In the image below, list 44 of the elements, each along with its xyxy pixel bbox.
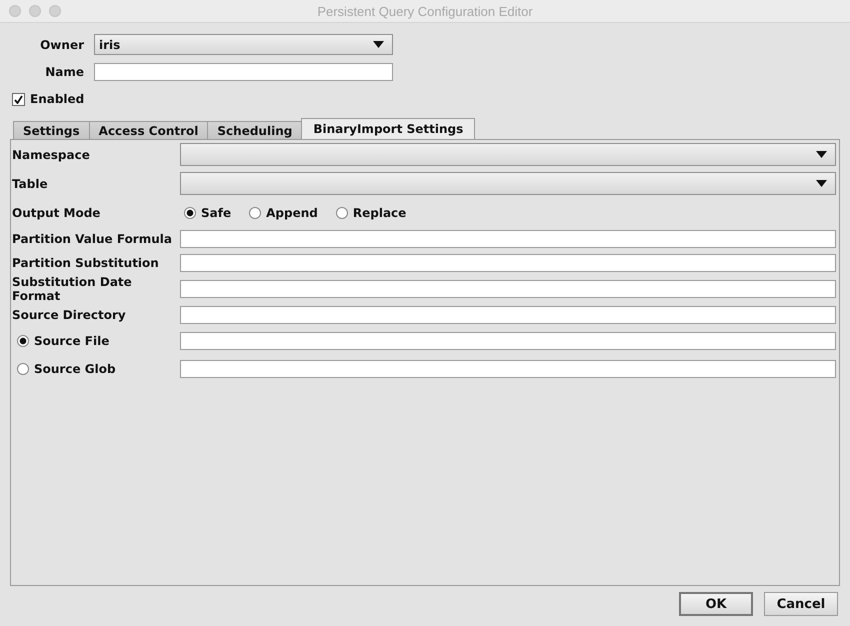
ok-button[interactable]: OK	[679, 592, 753, 616]
radio-label: Source Glob	[34, 362, 116, 376]
zoom-icon[interactable]	[49, 5, 61, 17]
owner-dropdown[interactable]: iris	[94, 34, 393, 55]
input-field[interactable]	[180, 332, 836, 350]
minimize-icon[interactable]	[29, 5, 41, 17]
field-label: Namespace	[12, 148, 91, 162]
field-label: Owner	[39, 38, 85, 52]
caret-icon	[816, 180, 827, 187]
field-label: Partition Value Formula	[12, 232, 173, 246]
caret-icon	[373, 41, 384, 48]
name-field[interactable]	[94, 62, 393, 80]
tab[interactable]: Settings	[13, 121, 90, 139]
field-label: Table	[12, 176, 49, 190]
dropdown[interactable]	[180, 172, 836, 195]
radio-button[interactable]	[184, 206, 196, 218]
input-field[interactable]	[180, 254, 836, 272]
window-title: Persistent Query Configuration Editor	[316, 4, 534, 18]
checkbox-label: Enabled	[30, 92, 84, 106]
radio-label: Append	[266, 206, 318, 220]
tab[interactable]: Scheduling	[207, 121, 302, 139]
input-field[interactable]	[180, 230, 836, 248]
field-label: Output Mode	[12, 206, 102, 220]
field-label: Name	[44, 64, 85, 78]
checkbox[interactable]	[12, 92, 25, 106]
radio-button[interactable]	[17, 335, 29, 347]
radio-button[interactable]	[249, 206, 262, 218]
radio-label: Safe	[201, 206, 232, 220]
input-field[interactable]	[180, 306, 836, 324]
radio-button[interactable]	[17, 363, 29, 375]
cancel-button[interactable]: Cancel	[764, 592, 838, 616]
dropdown[interactable]	[180, 143, 836, 166]
radio-button[interactable]	[336, 206, 348, 218]
tab[interactable]: Access Control	[88, 121, 208, 139]
field-label: Partition Substitution	[12, 256, 160, 270]
tab[interactable]: BinaryImport Settings	[301, 118, 476, 139]
field-label: Source Directory	[12, 308, 127, 322]
input-field[interactable]	[180, 280, 836, 298]
input-field[interactable]	[180, 360, 836, 378]
radio-label: Source File	[34, 334, 110, 348]
close-icon[interactable]	[9, 5, 21, 17]
radio-label: Replace	[352, 206, 406, 220]
caret-icon	[816, 151, 827, 158]
field-label: Substitution Date Format	[12, 275, 133, 303]
